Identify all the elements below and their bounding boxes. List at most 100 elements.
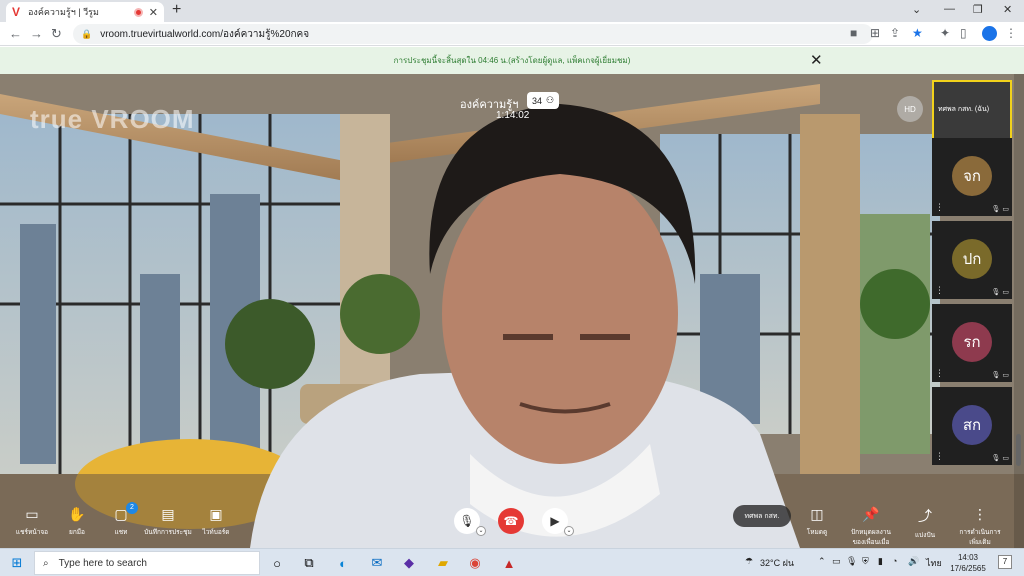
participant-tile[interactable]: จก ⋮ 🎙 ▭ (932, 138, 1012, 216)
lock-icon: 🔒 (81, 28, 93, 39)
camera-options-chevron-icon[interactable]: ⌄ (564, 526, 574, 536)
minimize-button[interactable]: — (944, 3, 955, 15)
end-call-button[interactable]: ☎ (498, 508, 524, 534)
mic-camera-off-icon: 🎙 ▭ (991, 289, 1009, 296)
recording-indicator-icon (133, 7, 143, 17)
microphone-icon: 🎙 (459, 514, 475, 528)
meeting-end-notice: การประชุมนี้จะสิ้นสุดใน 04:46 น.(สร้างโด… (0, 47, 1024, 74)
hand-icon: ✋ (68, 506, 86, 522)
control-label: โหมดดู (806, 529, 828, 536)
bookmark-star-icon[interactable]: ★ (912, 26, 923, 40)
hd-quality-button[interactable]: HD (897, 96, 923, 122)
security-icon[interactable]: ⛨ (862, 556, 869, 567)
browser-menu-icon[interactable]: ⋮ (1005, 26, 1017, 40)
participant-avatar: จก (952, 156, 992, 196)
tab-title: องค์ความรู้ฯ | วีรูม (28, 7, 99, 17)
maximize-button[interactable]: ❐ (973, 3, 983, 16)
hang-up-icon: ☎ (503, 514, 519, 528)
share-button[interactable]: ⤴ แบ่งปัน (900, 506, 950, 540)
forward-icon[interactable]: → (30, 26, 43, 41)
control-label: ไวท์บอร์ด (202, 529, 230, 536)
mail-icon[interactable]: ✉ (368, 554, 386, 572)
control-label: ปักหมุดผลงานของเพื่อนเมื่อ (851, 529, 891, 546)
video-camera-icon: ▶ (550, 514, 560, 528)
share-page-icon[interactable]: ⇪ (890, 26, 900, 40)
windows-start-icon[interactable]: ⊞ (8, 554, 26, 572)
participant-tile[interactable]: ปก ⋮ 🎙 ▭ (932, 221, 1012, 299)
weather-icon[interactable]: ☂ (745, 556, 753, 567)
network-icon[interactable]: ▭ (832, 556, 841, 567)
control-label: แชท (114, 529, 128, 536)
language-indicator[interactable]: ไทย (926, 556, 942, 570)
profile-avatar[interactable] (982, 26, 997, 41)
mic-options-chevron-icon[interactable]: ⌄ (476, 526, 486, 536)
app-icon[interactable]: ◆ (400, 554, 418, 572)
chrome-icon[interactable]: ◉ (466, 554, 484, 572)
participant-count-badge[interactable]: 34 ⚇ (527, 92, 560, 109)
clock-time: 14:03 (957, 553, 979, 562)
new-tab-button[interactable]: + (172, 1, 181, 19)
wifi-icon[interactable]: ◔ (892, 556, 897, 566)
reload-icon[interactable]: ↻ (51, 26, 62, 42)
meeting-timer: 1:14:02 (496, 110, 530, 121)
whiteboard-icon: ▣ (209, 506, 223, 522)
control-label: บันทึกการประชุม (144, 529, 192, 536)
participant-menu-icon[interactable]: ⋮ (935, 285, 944, 296)
participant-menu-icon[interactable]: ⋮ (935, 202, 944, 213)
back-icon[interactable]: ← (9, 26, 22, 41)
participant-menu-icon[interactable]: ⋮ (935, 451, 944, 462)
participant-menu-icon[interactable]: ⋮ (935, 368, 944, 379)
more-actions-button[interactable]: ⋮ การดำเนินการเพิ่มเติม (955, 506, 1005, 547)
chat-button[interactable]: ▢ 2 แชท (96, 502, 146, 537)
browser-tab-bar: V องค์ความรู้ฯ | วีรูม ✕ + ⌄ — ❐ ✕ (0, 0, 1024, 22)
taskbar-search-box[interactable]: ⌕ Type here to search (34, 551, 260, 575)
vroom-favicon-icon: V (12, 5, 21, 19)
url-text: vroom.truevirtualworld.com/องค์ความรู้%2… (100, 28, 310, 40)
extensions-icon[interactable]: ✦ (940, 26, 950, 40)
browser-tab[interactable]: V องค์ความรู้ฯ | วีรูม ✕ (6, 2, 164, 22)
participant-name: ทศพล กสท. (ฉัน) (938, 106, 990, 113)
pin-button[interactable]: 📌 ปักหมุดผลงานของเพื่อนเมื่อ (846, 506, 896, 547)
view-mode-button[interactable]: ◫ โหมดดู (792, 506, 842, 537)
screen-share-button[interactable]: ▭ แชร์หน้าจอ (7, 506, 57, 537)
mic-camera-off-icon: 🎙 ▭ (991, 206, 1009, 213)
weather-text[interactable]: 32°C ฝน (760, 556, 794, 570)
notification-center-badge[interactable]: 7 (998, 555, 1012, 569)
raise-hand-button[interactable]: ✋ ยกมือ (52, 506, 102, 537)
participant-tile[interactable]: สก ⋮ 🎙 ▭ (932, 387, 1012, 465)
pdf-reader-icon[interactable]: ▲ (500, 554, 518, 572)
search-placeholder: Type here to search (58, 557, 147, 569)
battery-icon[interactable]: ▮ (878, 556, 883, 567)
mic-camera-off-icon: 🎙 ▭ (991, 455, 1009, 462)
people-icon: ⚇ (546, 95, 555, 105)
tray-overflow-icon[interactable]: ⌃ (818, 556, 826, 567)
participant-tile[interactable]: รก ⋮ 🎙 ▭ (932, 304, 1012, 382)
file-explorer-icon[interactable]: ▰ (434, 554, 452, 572)
volume-icon[interactable]: 🔊 (908, 556, 919, 567)
side-panel-icon[interactable]: ▯ (960, 26, 967, 40)
more-icon: ⋮ (973, 506, 987, 522)
camera-permission-icon[interactable]: ■ (850, 26, 857, 40)
participant-scrollbar[interactable] (1014, 74, 1024, 548)
tab-search-icon[interactable]: ⌄ (912, 3, 921, 16)
close-tab-icon[interactable]: ✕ (149, 6, 158, 19)
clock[interactable]: 14:03 17/6/2565 (948, 552, 988, 574)
mic-tray-icon[interactable]: 🎙 (846, 556, 857, 567)
cortana-icon[interactable]: ○ (268, 554, 286, 572)
windows-taskbar: ⊞ ⌕ Type here to search ○ ⧉ ◐ ✉ ◆ ▰ ◉ ▲ … (0, 548, 1024, 576)
task-view-icon[interactable]: ⧉ (300, 554, 318, 572)
participant-avatar: รก (952, 322, 992, 362)
whiteboard-button[interactable]: ▣ ไวท์บอร์ด (191, 506, 241, 537)
close-window-button[interactable]: ✕ (1003, 3, 1012, 16)
meeting-notes-button[interactable]: ▤ บันทึกการประชุม (143, 506, 193, 537)
translate-icon[interactable]: ⊞ (870, 26, 880, 40)
mic-camera-off-icon: 🎙 ▭ (991, 372, 1009, 379)
control-label: แบ่งปัน (914, 532, 936, 539)
layout-icon: ◫ (810, 506, 824, 522)
address-bar[interactable]: 🔒 vroom.truevirtualworld.com/องค์ความรู้… (73, 24, 873, 44)
vroom-brand-watermark: true VROOM (30, 104, 195, 134)
control-label: แชร์หน้าจอ (15, 529, 49, 536)
close-notice-icon[interactable]: ✕ (810, 51, 823, 69)
edge-icon[interactable]: ◐ (334, 554, 352, 572)
chat-unread-badge: 2 (126, 502, 138, 514)
